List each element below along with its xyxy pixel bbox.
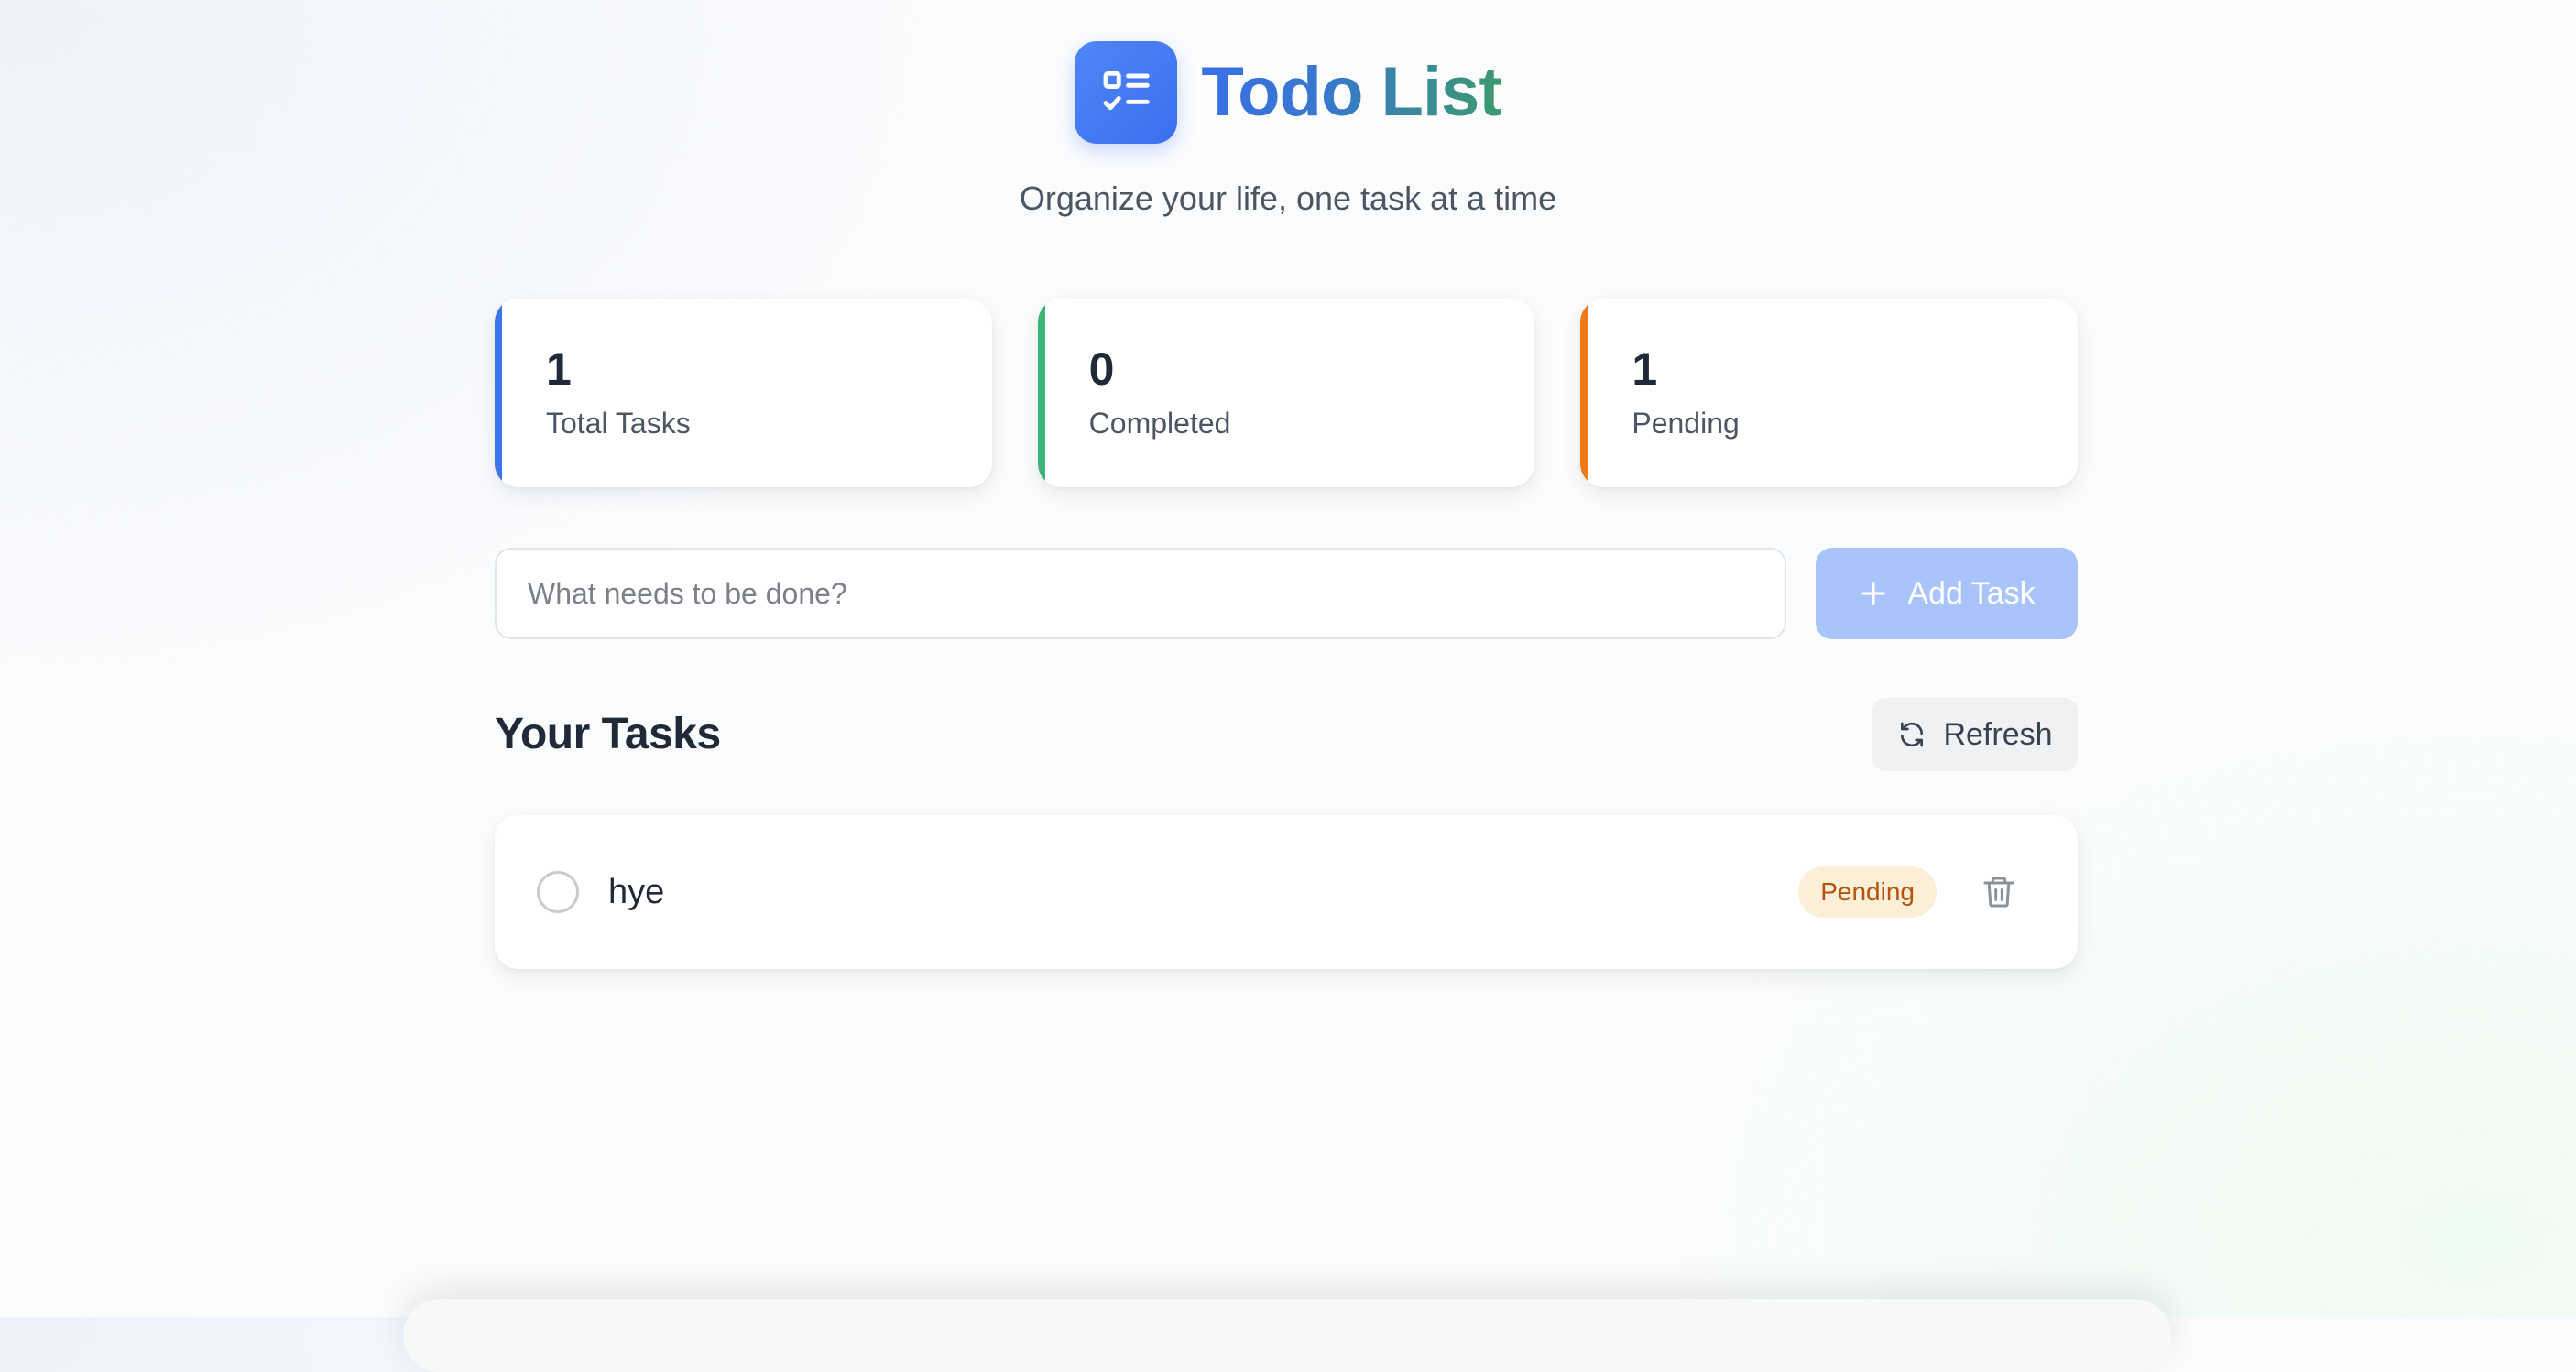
stat-value: 1: [1632, 343, 1658, 395]
stat-card-pending: 1 Pending: [1580, 299, 2079, 487]
checklist-icon: [1075, 41, 1178, 144]
refresh-label: Refresh: [1943, 716, 2053, 752]
stats-row: 1 Total Tasks 0 Completed 1 Pending: [495, 299, 2079, 487]
refresh-button[interactable]: Refresh: [1872, 698, 2078, 771]
new-task-row: Add Task: [495, 548, 2078, 639]
stat-value: 1: [546, 343, 572, 395]
task-text: hye: [608, 872, 665, 911]
new-task-input[interactable]: [495, 548, 1786, 639]
task-item: hye Pending: [495, 815, 2078, 969]
add-task-label: Add Task: [1907, 575, 2036, 611]
app-header: Todo List: [0, 41, 2576, 144]
refresh-icon: [1897, 720, 1927, 749]
stat-card-total: 1 Total Tasks: [495, 299, 992, 487]
tasks-section-title: Your Tasks: [495, 710, 721, 758]
stat-label: Completed: [1088, 407, 1231, 440]
delete-task-button[interactable]: [1979, 868, 2019, 916]
stat-value: 0: [1088, 343, 1115, 395]
app-title: Todo List: [1201, 53, 1501, 131]
app-subtitle: Organize your life, one task at a time: [1019, 180, 1557, 217]
stat-card-completed: 0 Completed: [1037, 299, 1535, 487]
status-badge: Pending: [1798, 866, 1937, 918]
plus-icon: [1858, 578, 1889, 609]
trash-icon: [1981, 872, 2017, 912]
task-complete-checkbox[interactable]: [537, 871, 579, 913]
add-task-button[interactable]: Add Task: [1816, 548, 2078, 639]
footer-panel-edge: [403, 1299, 2171, 1372]
stat-label: Total Tasks: [546, 407, 691, 440]
stat-label: Pending: [1632, 407, 1740, 440]
